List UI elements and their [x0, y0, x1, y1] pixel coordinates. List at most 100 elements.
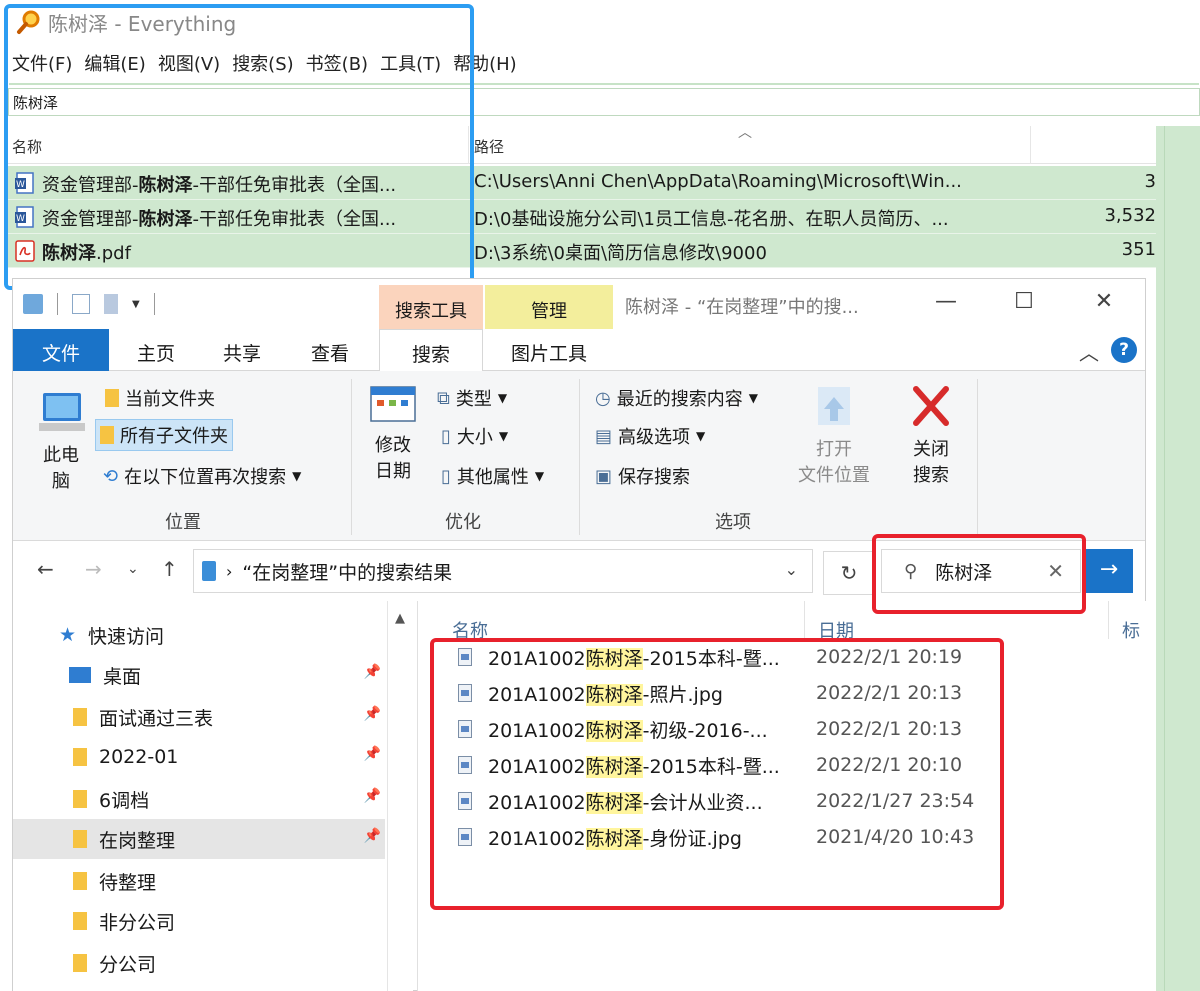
tab-file[interactable]: 文件 [13, 329, 109, 371]
address-bar[interactable]: › “在岗整理”中的搜索结果 ⌄ [193, 549, 813, 593]
help-icon[interactable]: ? [1111, 337, 1137, 363]
nav-item-folder[interactable]: 分公司 [13, 943, 385, 983]
tab-picture-tools[interactable]: 图片工具 [485, 329, 613, 371]
tab-search[interactable]: 搜索 [379, 329, 483, 372]
star-icon: ★ [59, 624, 77, 646]
tab-view[interactable]: 查看 [291, 329, 369, 371]
chevron-down-icon: ▼ [497, 391, 508, 405]
new-folder-icon[interactable] [104, 294, 118, 314]
nav-item-folder[interactable]: 面试通过三表 📌 [13, 697, 385, 737]
type-button[interactable]: ⧉ 类型 ▼ [437, 385, 507, 411]
ribbon-group-divider [351, 379, 352, 535]
pin-icon[interactable]: 📌 [364, 746, 381, 762]
size-label: 大小 [456, 427, 493, 448]
folder-icon [73, 830, 87, 848]
this-pc-button[interactable]: 此电 脑 [31, 389, 91, 495]
column-divider[interactable] [1030, 126, 1031, 164]
group-label-options: 选项 [715, 512, 751, 533]
result-path: D:\0基础设施分公司\1员工信息-花名册、在职人员简历、... [474, 209, 949, 230]
group-label-location: 位置 [165, 512, 201, 533]
current-folder-button[interactable]: 当前文件夹 [105, 385, 215, 411]
nav-item-folder[interactable]: 2022-01 📌 [13, 737, 385, 777]
size-icon: ▯ [441, 425, 451, 447]
open-file-location-button[interactable]: 打开 文件位置 [789, 383, 879, 489]
nav-item-folder[interactable]: 待整理 [13, 861, 385, 901]
folder-icon [73, 872, 87, 890]
column-divider[interactable] [804, 601, 805, 639]
breadcrumb-chevron-icon: › [226, 561, 233, 581]
red-highlight-box-search [872, 534, 1086, 614]
recent-searches-button[interactable]: ◷ 最近的搜索内容 ▼ [595, 385, 758, 411]
subfolders-icon [100, 426, 114, 444]
nav-item-desktop[interactable]: 桌面 📌 [13, 655, 385, 695]
save-search-button[interactable]: ▣ 保存搜索 [595, 463, 690, 489]
nav-item-label: 桌面 [103, 665, 142, 688]
all-subfolders-button[interactable]: 所有子文件夹 [95, 419, 233, 451]
search-go-button[interactable]: → [1085, 549, 1133, 593]
maximize-button[interactable]: ☐ [1001, 289, 1047, 314]
recent-searches-label: 最近的搜索内容 [616, 389, 743, 410]
column-divider[interactable] [1108, 601, 1109, 639]
nav-item-label: 快速访问 [88, 625, 165, 648]
properties-icon[interactable] [72, 294, 90, 314]
date-modified-label: 修改 日期 [375, 435, 411, 482]
advanced-options-button[interactable]: ▤ 高级选项 ▼ [595, 423, 705, 449]
folder-icon [105, 389, 119, 407]
minimize-button[interactable]: — [923, 289, 969, 314]
recent-locations-chevron-icon[interactable]: ⌄ [127, 561, 139, 577]
tab-home[interactable]: 主页 [117, 329, 195, 371]
pin-icon[interactable]: 📌 [364, 828, 381, 844]
chevron-down-icon: ▼ [748, 391, 758, 405]
this-pc-label: 此电 脑 [43, 445, 79, 492]
nav-item-folder[interactable]: 非分公司 [13, 901, 385, 941]
close-search-button[interactable]: 关闭 搜索 [897, 383, 965, 489]
result-size: 3,532 [1104, 205, 1156, 226]
pin-icon[interactable]: 📌 [364, 664, 381, 680]
toolbar-divider [57, 293, 58, 315]
nav-item-label: 在岗整理 [99, 829, 176, 852]
result-path: C:\Users\Anni Chen\AppData\Roaming\Micro… [474, 171, 962, 192]
nav-item-label: 2022-01 [99, 746, 179, 768]
computer-icon [39, 393, 85, 431]
column-divider [1164, 126, 1165, 991]
address-dropdown-chevron-icon[interactable]: ⌄ [785, 560, 798, 579]
scroll-up-icon[interactable]: ▲ [395, 611, 405, 626]
ribbon-search: 此电 脑 当前文件夹 所有子文件夹 ⟲ 在以下位置再次搜索 ▼ 位置 修改 日期… [13, 371, 1145, 541]
explorer-title-bar: ▼ 搜索工具 管理 陈树泽 - “在岗整理”中的搜... — ☐ ✕ [13, 279, 1145, 329]
search-again-button[interactable]: ⟲ 在以下位置再次搜索 ▼ [103, 463, 301, 489]
nav-item-quick-access[interactable]: ★ 快速访问 [13, 615, 385, 655]
open-location-icon [818, 387, 850, 425]
context-tab-manage: 管理 [485, 285, 613, 329]
calendar-icon [370, 386, 416, 422]
refresh-button[interactable]: ↻ [823, 551, 875, 595]
date-modified-button[interactable]: 修改 日期 [361, 383, 425, 485]
nav-item-folder[interactable]: 6调档 📌 [13, 779, 385, 819]
close-window-button[interactable]: ✕ [1081, 289, 1127, 314]
explorer-window-title: 陈树泽 - “在岗整理”中的搜... [625, 297, 859, 318]
toolbar-divider [153, 293, 155, 315]
type-icon: ⧉ [437, 387, 450, 409]
column-header-tags[interactable]: 标 [1122, 617, 1140, 643]
quick-access-toolbar: ▼ [23, 293, 155, 315]
result-path: D:\3系统\0桌面\简历信息修改\9000 [474, 243, 767, 264]
back-arrow-icon[interactable]: ← [37, 557, 54, 581]
up-arrow-icon[interactable]: ↑ [161, 557, 178, 581]
other-properties-button[interactable]: ▯ 其他属性 ▼ [441, 463, 544, 489]
customize-toolbar-chevron-icon[interactable]: ▼ [132, 299, 140, 310]
column-header-path[interactable]: 路径 [474, 136, 504, 157]
collapse-ribbon-icon[interactable]: ︿ [1079, 337, 1099, 366]
size-button[interactable]: ▯ 大小 ▼ [441, 423, 508, 449]
tab-share[interactable]: 共享 [203, 329, 281, 371]
chevron-down-icon: ▼ [292, 469, 302, 483]
pin-icon[interactable]: 📌 [364, 706, 381, 722]
forward-arrow-icon[interactable]: → [85, 557, 102, 581]
nav-scrollbar[interactable] [387, 601, 388, 991]
explorer-app-icon [23, 294, 43, 314]
other-properties-label: 其他属性 [456, 467, 529, 488]
search-again-icon: ⟲ [103, 465, 119, 487]
pin-icon[interactable]: 📌 [364, 788, 381, 804]
folder-icon [73, 748, 87, 766]
chevron-down-icon: ▼ [696, 429, 706, 443]
folder-icon [73, 708, 87, 726]
nav-item-folder-selected[interactable]: 在岗整理 📌 [13, 819, 385, 859]
